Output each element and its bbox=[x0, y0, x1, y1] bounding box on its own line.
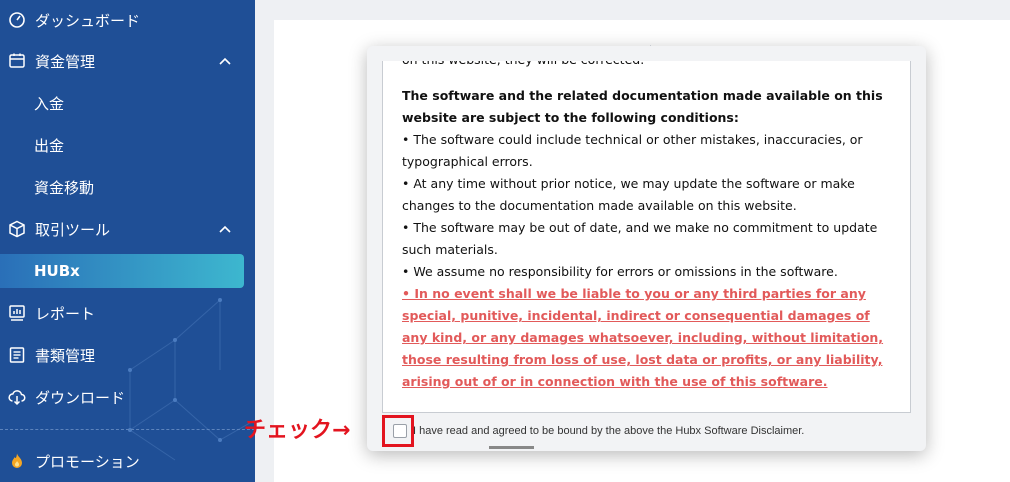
sidebar-item-label: HUBx bbox=[34, 262, 80, 280]
disclaimer-bullet: • At any time without prior notice, we m… bbox=[402, 176, 855, 213]
disclaimer-line: on this website, they will be corrected. bbox=[402, 61, 897, 71]
sidebar-item-trading-tools[interactable]: 取引ツール bbox=[0, 209, 255, 249]
sidebar-item-label: ダッシュボード bbox=[35, 11, 141, 30]
document-list-icon bbox=[8, 346, 26, 364]
sidebar-item-download[interactable]: ダウンロード bbox=[0, 377, 255, 417]
cloud-download-icon bbox=[8, 388, 26, 406]
sidebar-item-label: 書類管理 bbox=[35, 346, 96, 365]
sidebar-item-withdraw[interactable]: 出金 bbox=[0, 125, 255, 165]
sidebar: ダッシュボード 資金管理 入金 出金 資金移動 取引ツール HUBx レポート bbox=[0, 0, 255, 482]
report-chart-icon bbox=[8, 304, 26, 322]
disclaimer-modal: on this website, they will be corrected.… bbox=[367, 46, 926, 451]
paragraph-spacer bbox=[402, 71, 897, 85]
sidebar-item-funds[interactable]: 資金管理 bbox=[0, 41, 255, 81]
disclaimer-bullet: • We assume no responsibility for errors… bbox=[402, 264, 838, 279]
sidebar-item-label: レポート bbox=[35, 304, 96, 323]
check-annotation-box bbox=[382, 415, 414, 447]
disclaimer-heading: The software and the related documentati… bbox=[402, 88, 883, 125]
sidebar-item-promotion[interactable]: プロモーション bbox=[0, 441, 255, 481]
sidebar-item-label: 資金移動 bbox=[34, 178, 95, 197]
disclaimer-liability-bullet: • In no event shall we be liable to you … bbox=[402, 286, 884, 389]
calendar-wallet-icon bbox=[8, 52, 26, 70]
sidebar-item-hubx[interactable]: HUBx bbox=[0, 254, 244, 288]
sidebar-item-label: 入金 bbox=[34, 94, 65, 113]
fire-icon bbox=[8, 452, 26, 470]
sidebar-item-deposit[interactable]: 入金 bbox=[0, 83, 255, 123]
disclaimer-scroll-area[interactable]: on this website, they will be corrected.… bbox=[382, 61, 911, 413]
sidebar-item-label: プロモーション bbox=[35, 452, 140, 471]
chevron-up-icon[interactable] bbox=[218, 54, 232, 68]
cube-icon bbox=[8, 220, 26, 238]
check-annotation-label: チェック→ bbox=[244, 418, 351, 443]
sidebar-item-documents[interactable]: 書類管理 bbox=[0, 335, 255, 375]
sidebar-item-label: 出金 bbox=[34, 136, 65, 155]
sidebar-item-report[interactable]: レポート bbox=[0, 293, 255, 333]
chevron-up-icon[interactable] bbox=[218, 222, 232, 236]
sidebar-item-dashboard[interactable]: ダッシュボード bbox=[0, 0, 255, 40]
agree-label[interactable]: I have read and agreed to be bound by th… bbox=[413, 425, 804, 437]
sidebar-item-label: ダウンロード bbox=[35, 388, 126, 407]
button-edge bbox=[489, 446, 534, 449]
disclaimer-bullet: • The software may be out of date, and w… bbox=[402, 220, 878, 257]
dashboard-gauge-icon bbox=[8, 11, 26, 29]
sidebar-item-label: 取引ツール bbox=[35, 220, 111, 239]
sidebar-item-transfer[interactable]: 資金移動 bbox=[0, 167, 255, 207]
disclaimer-bullet: • The software could include technical o… bbox=[402, 132, 863, 169]
disclaimer-text: on this website, they will be corrected.… bbox=[402, 61, 897, 393]
sidebar-item-label: 資金管理 bbox=[35, 52, 96, 71]
sidebar-divider bbox=[0, 429, 255, 430]
agree-row: I have read and agreed to be bound by th… bbox=[389, 421, 909, 441]
